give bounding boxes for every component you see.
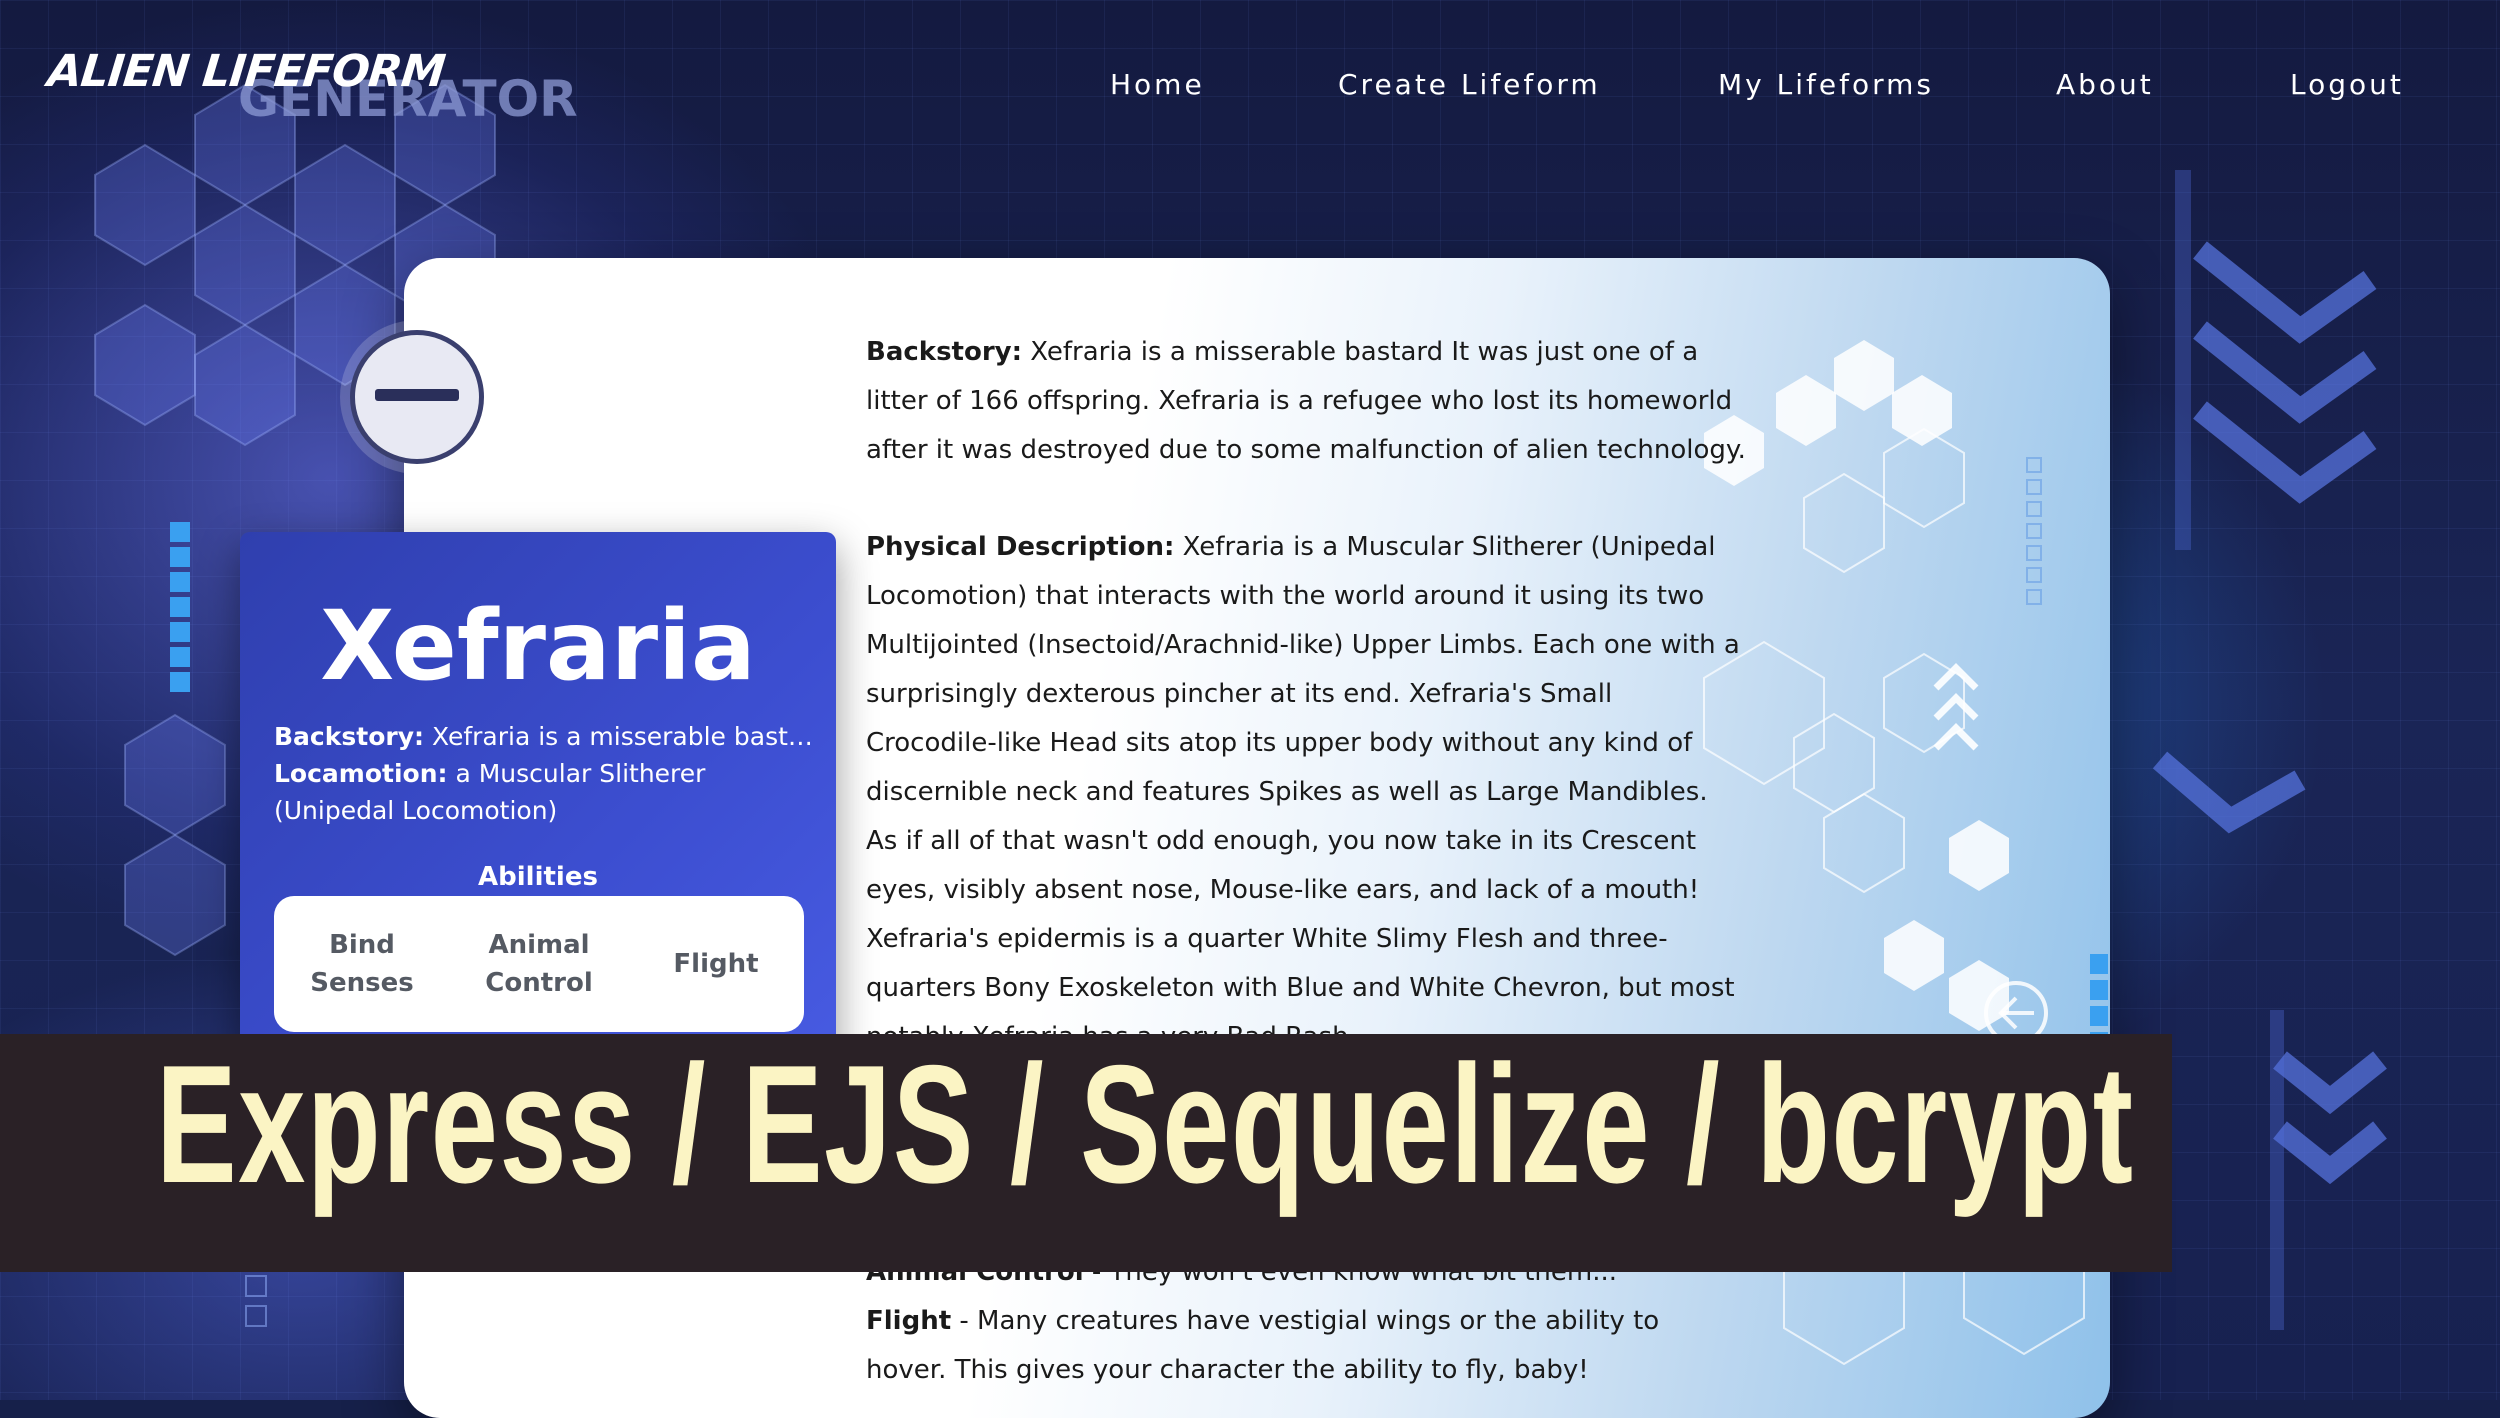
profile-summary: Backstory: Xefraria is a misserable bast…	[274, 718, 814, 829]
ability-text-flight: - Many creatures have vestigial wings or…	[866, 1306, 1660, 1385]
physical-description-text: Xefraria is a Muscular Slitherer (Uniped…	[866, 532, 1740, 1052]
backstory-paragraph: Backstory: Xefraria is a misserable bast…	[866, 328, 1746, 475]
ability-chip-bind-senses[interactable]: Bind Senses	[274, 896, 450, 1032]
nav-about[interactable]: About	[2056, 68, 2154, 101]
ability-label-flight: Flight	[866, 1306, 952, 1336]
circle-minus-icon[interactable]	[350, 330, 484, 464]
nav-logout[interactable]: Logout	[2290, 68, 2404, 101]
profile-backstory: Backstory: Xefraria is a misserable bast…	[274, 718, 814, 755]
profile-backstory-text: Xefraria is a misserable bastar...	[431, 722, 814, 751]
ability-description-flight: Flight - Many creatures have vestigial w…	[866, 1297, 1746, 1395]
physical-description-paragraph: Physical Description: Xefraria is a Musc…	[866, 523, 1746, 1062]
nav-create-lifeform[interactable]: Create Lifeform	[1338, 68, 1601, 101]
tech-stack-banner: Express / EJS / Sequelize / bcrypt	[0, 1030, 2172, 1272]
lifeform-name: Xefraria	[320, 590, 756, 702]
tech-stack-text: Express / EJS / Sequelize / bcrypt	[156, 1030, 2135, 1218]
profile-backstory-label: Backstory:	[274, 722, 424, 751]
abilities-title: Abilities	[478, 862, 598, 892]
ability-chip-flight[interactable]: Flight	[628, 896, 804, 1032]
profile-locomotion-label: Locamotion:	[274, 759, 448, 788]
nav-my-lifeforms[interactable]: My Lifeforms	[1718, 68, 1934, 101]
backstory-label: Backstory:	[866, 337, 1022, 367]
main-nav: Home Create Lifeform My Lifeforms About …	[0, 68, 2500, 108]
nav-home[interactable]: Home	[1110, 68, 1205, 101]
profile-locomotion: Locamotion: a Muscular Slitherer (Uniped…	[274, 755, 814, 829]
physical-description-label: Physical Description:	[866, 532, 1175, 562]
right-indicator-bar	[2090, 954, 2108, 1034]
ability-chip-animal-control[interactable]: Animal Control	[451, 896, 627, 1032]
lifeform-details: Backstory: Xefraria is a misserable bast…	[866, 328, 1746, 1110]
side-indicator-bar	[170, 522, 190, 692]
abilities-list: Bind Senses Animal Control Flight	[274, 896, 804, 1032]
chevron-up-icon	[1933, 663, 1979, 751]
